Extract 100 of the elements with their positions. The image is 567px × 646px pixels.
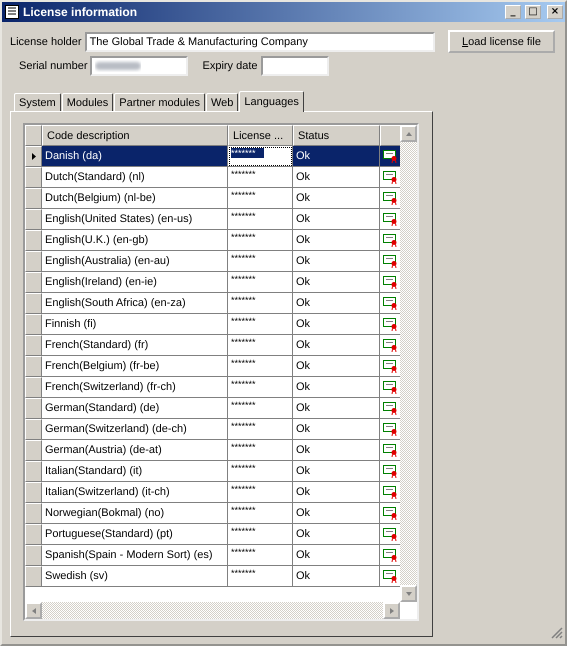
table-cell: Ok [293, 293, 380, 314]
row-indicator[interactable] [25, 146, 42, 167]
table-cell: Ok [293, 209, 380, 230]
table-cell: German(Standard) (de) [42, 398, 228, 419]
table-cell: Ok [293, 524, 380, 545]
tab[interactable]: Partner modules [114, 93, 205, 111]
certificate-icon [382, 444, 398, 456]
table-cell: Norwegian(Bokmal) (no) [42, 503, 228, 524]
resize-grip-icon[interactable] [551, 627, 563, 639]
right-arrow-icon [388, 606, 396, 614]
scroll-right-button[interactable] [383, 602, 400, 619]
table-cell: English(United States) (en-us) [42, 209, 228, 230]
table-cell: Finnish (fi) [42, 314, 228, 335]
table-cell: ******* [228, 251, 293, 272]
table-cell: ******* [228, 272, 293, 293]
table-cell: ******* [228, 356, 293, 377]
table-cell: ******* [228, 293, 293, 314]
table-cell: ******* [228, 524, 293, 545]
table-cell: Ok [293, 398, 380, 419]
close-button[interactable]: × [547, 5, 563, 19]
certificate-icon [382, 528, 398, 540]
certificate-icon [382, 548, 398, 562]
tab[interactable]: System [14, 93, 61, 111]
table-cell: ******* [228, 230, 293, 251]
certificate-icon [382, 170, 398, 184]
tab[interactable]: Languages [239, 91, 304, 112]
field-label: Serial number [19, 60, 88, 72]
column-header[interactable]: Status [293, 125, 380, 146]
certificate-icon [382, 276, 398, 288]
window-title: License information [23, 5, 138, 19]
up-arrow-icon [404, 130, 412, 138]
table-cell: Spanish(Spain - Modern Sort) (es) [42, 545, 228, 566]
certificate-icon [382, 464, 398, 478]
field-label: Expiry date [202, 60, 258, 72]
table-cell: English(South Africa) (en-za) [42, 293, 228, 314]
table-cell: Ok [293, 188, 380, 209]
table-cell: ******* [228, 146, 293, 167]
table-cell: Portuguese(Standard) (pt) [42, 524, 228, 545]
table-cell: Italian(Standard) (it) [42, 461, 228, 482]
table-cell: Ok [293, 503, 380, 524]
tab[interactable]: Web [206, 93, 238, 111]
certificate-icon [382, 150, 398, 162]
down-arrow-icon [404, 590, 412, 598]
maximize-button[interactable]: □ [525, 5, 541, 19]
left-arrow-icon [30, 606, 38, 614]
table-cell: English(Ireland) (en-ie) [42, 272, 228, 293]
table-cell: ******* [228, 503, 293, 524]
table-cell: Dutch(Belgium) (nl-be) [42, 188, 228, 209]
certificate-icon [382, 192, 398, 204]
table-cell: Ok [293, 146, 380, 167]
table-cell: ******* [228, 335, 293, 356]
table-cell: Ok [293, 335, 380, 356]
table-cell: ******* [228, 545, 293, 566]
serial-number-field[interactable] [90, 56, 188, 76]
certificate-icon [382, 506, 398, 520]
expiry-date-field[interactable] [260, 56, 329, 76]
table-cell: Dutch(Standard) (nl) [42, 167, 228, 188]
field-label: License holder [10, 36, 82, 48]
table-cell: French(Belgium) (fr-be) [42, 356, 228, 377]
table-cell: Ok [293, 272, 380, 293]
certificate-icon [382, 338, 398, 352]
table-cell: Ok [293, 566, 380, 587]
table-cell: English(Australia) (en-au) [42, 251, 228, 272]
table-cell: French(Switzerland) (fr-ch) [42, 377, 228, 398]
table-cell: ******* [228, 377, 293, 398]
table-cell: French(Standard) (fr) [42, 335, 228, 356]
certificate-icon [382, 360, 398, 372]
table-cell: ******* [228, 419, 293, 440]
table-cell: Ok [293, 545, 380, 566]
app-icon [5, 5, 19, 19]
table-cell: English(U.K.) (en-gb) [42, 230, 228, 251]
table-cell: Ok [293, 440, 380, 461]
scroll-down-button[interactable] [400, 585, 417, 602]
table-cell: German(Austria) (de-at) [42, 440, 228, 461]
certificate-icon [382, 402, 398, 414]
scroll-up-button[interactable] [400, 125, 417, 142]
certificate-icon [382, 486, 398, 498]
load-license-button[interactable]: Load license file [448, 30, 555, 53]
certificate-icon [382, 296, 398, 310]
minimize-button[interactable]: _ [505, 5, 521, 19]
tab[interactable]: Modules [62, 93, 114, 111]
certificate-icon [382, 254, 398, 268]
table-cell: German(Switzerland) (de-ch) [42, 419, 228, 440]
table-cell: ******* [228, 566, 293, 587]
table-cell: Ok [293, 377, 380, 398]
table-cell: ******* [228, 314, 293, 335]
column-header[interactable]: Code description [42, 125, 228, 146]
current-row-icon [32, 153, 36, 160]
table-cell: Ok [293, 167, 380, 188]
table-cell: Swedish (sv) [42, 566, 228, 587]
table-cell: Ok [293, 419, 380, 440]
license-holder-field[interactable]: The Global Trade & Manufacturing Company [84, 32, 435, 52]
blurred-mark [95, 60, 142, 72]
table-cell: Italian(Switzerland) (it-ch) [42, 482, 228, 503]
column-header[interactable]: License ... [228, 125, 293, 146]
certificate-icon [382, 234, 398, 246]
table-cell: Ok [293, 461, 380, 482]
scroll-left-button[interactable] [25, 602, 42, 619]
table-cell: Danish (da) [42, 146, 228, 167]
table-cell: Ok [293, 482, 380, 503]
